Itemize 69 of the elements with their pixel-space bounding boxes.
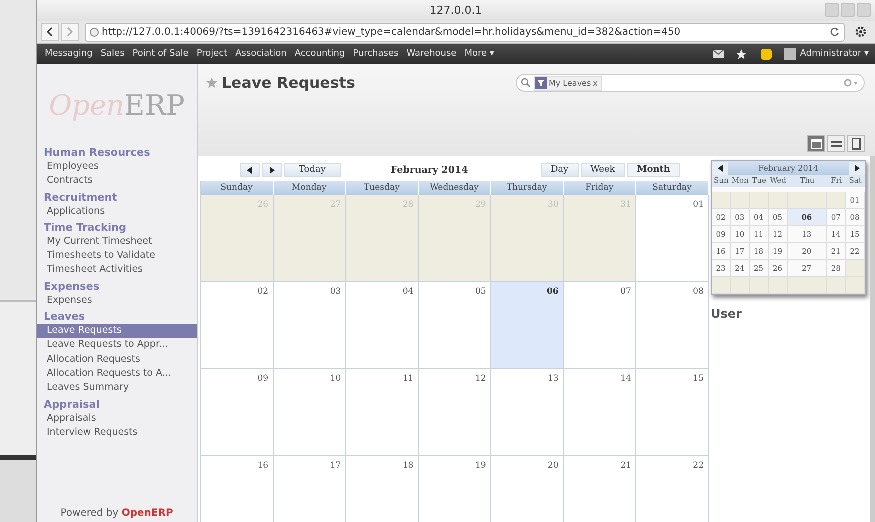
sidebar-item[interactable]: My Current Timesheet: [37, 234, 197, 250]
weekday-header: Saturday: [636, 181, 709, 195]
day-cell[interactable]: 09: [201, 369, 274, 456]
weekday-header: Wednesday: [418, 181, 492, 195]
menu-item[interactable]: Warehouse: [402, 49, 461, 59]
calendar-title: February 2014: [390, 164, 470, 176]
day-cell[interactable]: 08: [636, 282, 709, 369]
window-title: 127.0.0.1: [430, 4, 482, 17]
sidebar-item[interactable]: Expenses: [37, 294, 197, 308]
day-cell[interactable]: 11: [346, 369, 419, 456]
day-cell[interactable]: 10: [274, 369, 346, 456]
view-mode-tab[interactable]: Day: [540, 163, 579, 177]
sidebar-item[interactable]: Leave Requests: [37, 324, 197, 338]
mini-calendar-title: February 2014: [758, 164, 820, 172]
weekday-header: Thursday: [491, 181, 564, 195]
remove-facet-button[interactable]: x: [593, 78, 598, 88]
section-heading: Expenses: [43, 280, 101, 294]
menu-item[interactable]: Project: [192, 49, 232, 59]
filter-facet[interactable]: My Leaves x: [534, 76, 602, 90]
menu-item[interactable]: Association: [232, 49, 291, 59]
today-button[interactable]: Today: [284, 163, 341, 177]
sidebar-item[interactable]: Allocation Requests to A...: [37, 366, 197, 382]
section-heading: Appraisal: [43, 398, 101, 412]
weekday-header: Tuesday: [346, 181, 419, 195]
filter-heading: User: [711, 307, 743, 321]
weekday-header: Sunday: [201, 181, 274, 195]
day-cell[interactable]: 14: [564, 369, 636, 456]
menu-item[interactable]: More ▾: [460, 49, 498, 59]
facet-label: My Leaves: [549, 78, 592, 88]
day-cell[interactable]: 05: [418, 282, 492, 369]
sidebar-item[interactable]: Timesheet Activities: [37, 263, 197, 278]
search-field[interactable]: My Leaves x: [516, 74, 865, 92]
day-cell[interactable]: 04: [346, 282, 419, 369]
menu-item[interactable]: Sales: [96, 49, 129, 59]
menu-item[interactable]: Purchases: [349, 49, 403, 59]
sidebar-item[interactable]: Timesheets to Validate: [37, 249, 197, 264]
menu-item[interactable]: Point of Sale: [128, 49, 193, 59]
day-cell[interactable]: 17: [274, 456, 346, 522]
section-heading: Time Tracking: [43, 220, 128, 235]
section-heading: Leaves: [43, 310, 86, 324]
day-cell[interactable]: 06: [491, 282, 564, 369]
day-cell[interactable]: 07: [564, 282, 636, 369]
address-field[interactable]: http://127.0.0.1:40069/?ts=1391642316463#view_type=calendar&model=hr.holidays&menu_id=382&action=450: [85, 22, 845, 42]
day-cell[interactable]: 19: [418, 456, 492, 522]
view-mode-tab[interactable]: Week: [580, 163, 626, 177]
sidebar-item[interactable]: Leaves Summary: [37, 381, 197, 396]
day-cell[interactable]: 15: [636, 369, 709, 456]
section-heading: Human Resources: [43, 146, 152, 160]
sidebar-item[interactable]: Interview Requests: [37, 426, 197, 440]
weekday-header: Monday: [274, 181, 346, 195]
page-title: Leave Requests: [222, 74, 356, 92]
menu-item[interactable]: Accounting: [290, 49, 350, 59]
sidebar-item[interactable]: Appraisals: [37, 412, 197, 426]
user-menu[interactable]: Administrator ▾: [796, 49, 871, 59]
day-cell[interactable]: 01: [636, 195, 709, 282]
powered-by-text: Powered by OpenERP: [60, 508, 174, 521]
sidebar-item[interactable]: Leave Requests to Appr...: [37, 338, 197, 353]
sidebar-item[interactable]: Employees: [37, 160, 197, 174]
menu-item[interactable]: Messaging: [41, 49, 97, 59]
view-mode-tab[interactable]: Month: [627, 163, 680, 177]
sidebar-item[interactable]: Contracts: [37, 174, 197, 189]
day-cell[interactable]: 13: [491, 369, 564, 456]
day-cell[interactable]: 02: [201, 282, 274, 369]
weekday-header: Friday: [564, 181, 636, 195]
section-heading: Recruitment: [43, 190, 118, 205]
sidebar-item[interactable]: Applications: [37, 204, 197, 219]
day-cell[interactable]: 12: [418, 369, 492, 456]
sidebar-item[interactable]: Allocation Requests: [37, 352, 197, 367]
day-cell[interactable]: 03: [274, 282, 346, 369]
